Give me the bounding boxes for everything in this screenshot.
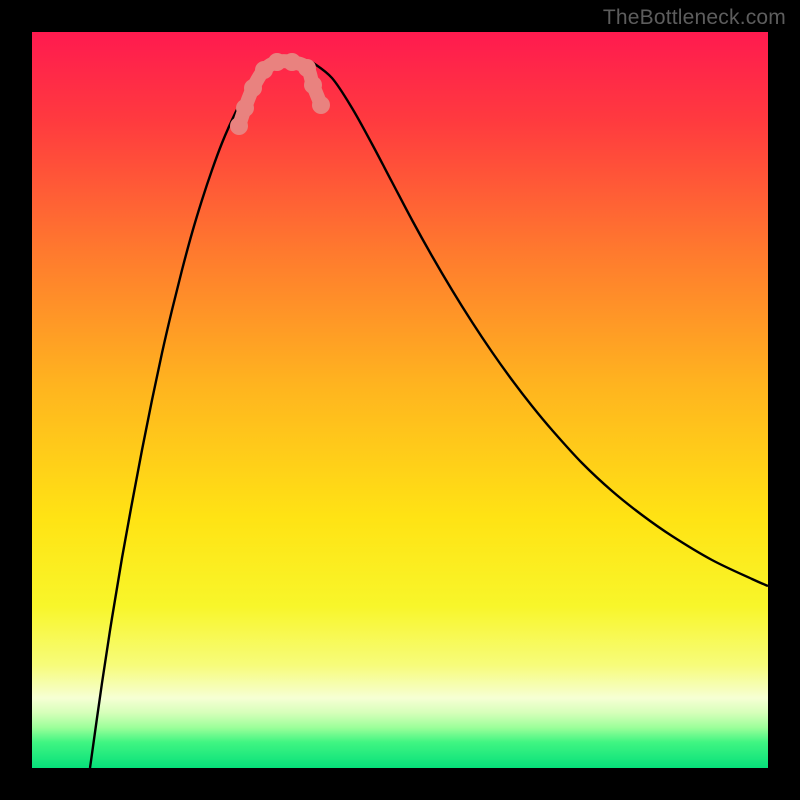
- curve-left-branch: [90, 62, 271, 768]
- bottleneck-curve: [32, 32, 768, 768]
- plot-area: [32, 32, 768, 768]
- curve-dip-markers: [230, 53, 330, 135]
- curve-right-branch: [312, 62, 768, 586]
- watermark-text: TheBottleneck.com: [603, 6, 786, 30]
